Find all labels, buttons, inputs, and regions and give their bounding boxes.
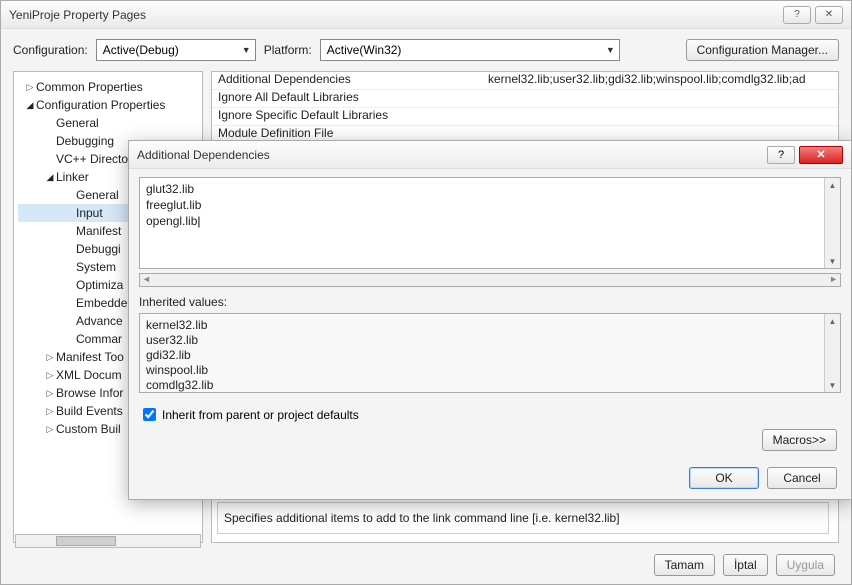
dialog-titlebar: Additional Dependencies ? ✕ — [129, 141, 851, 169]
edit-line: opengl.lib — [146, 214, 834, 230]
property-value — [482, 90, 838, 107]
tree-item-label: General — [76, 188, 119, 202]
additional-dependencies-dialog: Additional Dependencies ? ✕ glut32.libfr… — [128, 140, 852, 500]
tree-item-label: Linker — [56, 170, 89, 184]
inherit-checkbox-label: Inherit from parent or project defaults — [162, 408, 359, 422]
platform-combo[interactable]: Active(Win32) ▼ — [320, 39, 620, 61]
apply-button: Uygula — [776, 554, 835, 576]
configuration-value: Active(Debug) — [103, 43, 179, 57]
tree-item-label: Configuration Properties — [36, 98, 165, 112]
tree-item-label: XML Docum — [56, 368, 122, 382]
property-value: kernel32.lib;user32.lib;gdi32.lib;winspo… — [482, 72, 838, 89]
property-row[interactable]: Ignore Specific Default Libraries — [212, 108, 838, 126]
dialog-ok-button[interactable]: OK — [689, 467, 759, 489]
chevron-down-icon: ▼ — [606, 45, 615, 55]
macros-button[interactable]: Macros>> — [762, 429, 837, 451]
platform-label: Platform: — [264, 43, 312, 57]
tree-item-label: Debuggi — [76, 242, 121, 256]
chevron-right-icon[interactable]: ▷ — [44, 406, 56, 417]
inherited-line: kernel32.lib — [146, 318, 834, 333]
editbox-h-scrollbar[interactable] — [139, 273, 841, 287]
tree-item[interactable]: ◢Configuration Properties — [18, 96, 198, 114]
edit-line: glut32.lib — [146, 182, 834, 198]
config-toolbar: Configuration: Active(Debug) ▼ Platform:… — [1, 29, 851, 71]
property-name: Additional Dependencies — [212, 72, 482, 89]
inherited-line: user32.lib — [146, 333, 834, 348]
chevron-right-icon[interactable]: ▷ — [44, 424, 56, 435]
tree-item-label: Input — [76, 206, 103, 220]
dialog-cancel-button[interactable]: Cancel — [767, 467, 837, 489]
tree-item-label: Custom Buil — [56, 422, 121, 436]
tree-item-label: System — [76, 260, 116, 274]
property-row[interactable]: Additional Dependencieskernel32.lib;user… — [212, 72, 838, 90]
main-titlebar: YeniProje Property Pages ? ✕ — [1, 1, 851, 29]
inherited-line: winspool.lib — [146, 363, 834, 378]
inherited-values-box: kernel32.libuser32.libgdi32.libwinspool.… — [139, 313, 841, 393]
inherited-values-label: Inherited values: — [139, 295, 841, 309]
tree-item-label: Commar — [76, 332, 122, 346]
tree-item[interactable]: ▷Common Properties — [18, 78, 198, 96]
tree-item-label: General — [56, 116, 99, 130]
inherited-scrollbar[interactable]: ▲▼ — [824, 314, 840, 392]
configuration-label: Configuration: — [13, 43, 88, 57]
tree-scrollbar[interactable] — [15, 534, 201, 548]
editbox-scrollbar[interactable]: ▲▼ — [824, 178, 840, 268]
edit-line: freeglut.lib — [146, 198, 834, 214]
ok-button[interactable]: Tamam — [654, 554, 715, 576]
close-icon[interactable]: ✕ — [815, 6, 843, 24]
cancel-button[interactable]: İptal — [723, 554, 768, 576]
dependencies-editbox[interactable]: glut32.libfreeglut.libopengl.lib▲▼ — [139, 177, 841, 269]
tree-item-label: VC++ Directo — [56, 152, 128, 166]
tree-item-label: Manifest — [76, 224, 121, 238]
platform-value: Active(Win32) — [327, 43, 402, 57]
chevron-right-icon[interactable]: ▷ — [24, 82, 36, 93]
inherited-line: gdi32.lib — [146, 348, 834, 363]
configuration-manager-button[interactable]: Configuration Manager... — [686, 39, 839, 61]
property-name: Ignore All Default Libraries — [212, 90, 482, 107]
main-window-title: YeniProje Property Pages — [9, 8, 783, 22]
help-icon[interactable]: ? — [783, 6, 811, 24]
tree-item-label: Debugging — [56, 134, 114, 148]
tree-item-label: Common Properties — [36, 80, 143, 94]
chevron-down-icon[interactable]: ◢ — [44, 172, 56, 183]
dialog-title: Additional Dependencies — [137, 148, 767, 162]
tree-item-label: Build Events — [56, 404, 123, 418]
inherited-line: comdlg32.lib — [146, 378, 834, 393]
property-grid[interactable]: Additional Dependencieskernel32.lib;user… — [212, 72, 838, 144]
chevron-down-icon: ▼ — [242, 45, 251, 55]
chevron-right-icon[interactable]: ▷ — [44, 370, 56, 381]
tree-item-label: Optimiza — [76, 278, 123, 292]
property-value — [482, 108, 838, 125]
chevron-down-icon[interactable]: ◢ — [24, 100, 36, 111]
tree-item-label: Advance — [76, 314, 123, 328]
help-icon[interactable]: ? — [767, 146, 795, 164]
tree-item-label: Browse Infor — [56, 386, 123, 400]
tree-item[interactable]: General — [18, 114, 198, 132]
property-name: Ignore Specific Default Libraries — [212, 108, 482, 125]
inherit-checkbox[interactable] — [143, 408, 156, 421]
chevron-right-icon[interactable]: ▷ — [44, 388, 56, 399]
close-icon[interactable]: ✕ — [799, 146, 843, 164]
tree-item-label: Embedde — [76, 296, 127, 310]
property-description: Specifies additional items to add to the… — [217, 502, 829, 534]
chevron-right-icon[interactable]: ▷ — [44, 352, 56, 363]
property-row[interactable]: Ignore All Default Libraries — [212, 90, 838, 108]
configuration-combo[interactable]: Active(Debug) ▼ — [96, 39, 256, 61]
tree-item-label: Manifest Too — [56, 350, 124, 364]
